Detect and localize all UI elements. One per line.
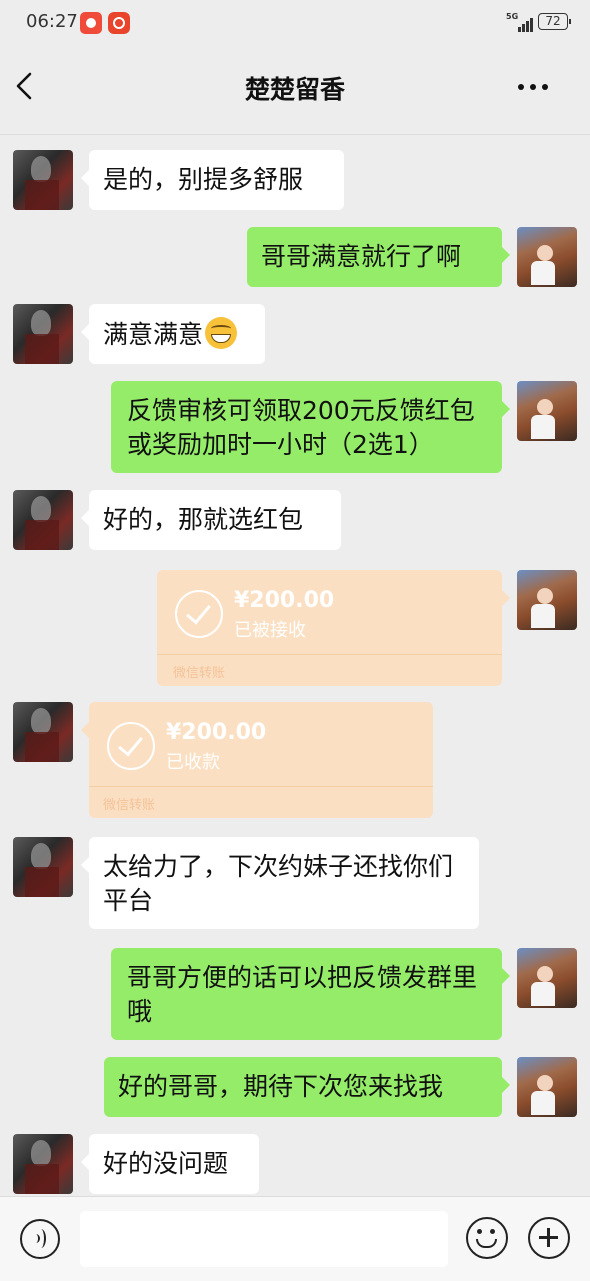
my-avatar[interactable] xyxy=(517,227,577,287)
my-avatar[interactable] xyxy=(517,948,577,1008)
transfer-card[interactable]: ¥200.00 已被接收 微信转账 xyxy=(157,570,510,686)
transfer-divider xyxy=(157,654,502,655)
message-text: 哥哥方便的话可以把反馈发群里哦 xyxy=(127,963,478,1026)
battery-icon: 72 xyxy=(538,13,571,30)
message-text: 满意满意 xyxy=(103,320,204,349)
status-time: 06:27 xyxy=(26,11,78,32)
check-circle-icon xyxy=(107,722,155,770)
message-input[interactable] xyxy=(80,1211,448,1267)
input-bar xyxy=(0,1196,590,1281)
message-text: 太给力了，下次约妹子还找你们平台 xyxy=(103,852,454,915)
grinning-emoji-icon xyxy=(205,317,238,349)
message-bubble[interactable]: 哥哥方便的话可以把反馈发群里哦 xyxy=(111,948,510,1040)
message-bubble[interactable]: 哥哥满意就行了啊 xyxy=(247,227,510,287)
message-text: 好的哥哥，期待下次您来找我 xyxy=(118,1072,444,1101)
transfer-amount: ¥200.00 xyxy=(166,720,267,745)
message-bubble[interactable]: 是的，别提多舒服 xyxy=(81,150,344,210)
transfer-status: 已被接收 xyxy=(234,620,306,641)
signal-icon: 5G xyxy=(506,12,536,32)
message-text: 是的，别提多舒服 xyxy=(103,165,304,194)
message-text: 好的，那就选红包 xyxy=(103,505,304,534)
network-type: 5G xyxy=(506,12,519,21)
contact-avatar[interactable] xyxy=(13,304,73,364)
message-bubble[interactable]: 反馈审核可领取200元反馈红包或奖励加时一小时（2选1） xyxy=(111,381,510,473)
voice-icon[interactable] xyxy=(20,1219,60,1259)
check-circle-icon xyxy=(175,590,223,638)
emoji-icon[interactable] xyxy=(466,1217,508,1259)
my-avatar[interactable] xyxy=(517,570,577,630)
contact-avatar[interactable] xyxy=(13,150,73,210)
message-bubble[interactable]: 好的，那就选红包 xyxy=(81,490,341,550)
contact-avatar[interactable] xyxy=(13,837,73,897)
chat-header: 楚楚留香 xyxy=(0,46,590,135)
transfer-status: 已收款 xyxy=(166,752,220,773)
message-bubble[interactable]: 好的哥哥，期待下次您来找我 xyxy=(104,1057,510,1117)
music-app-icon xyxy=(108,12,130,34)
transfer-label: 微信转账 xyxy=(103,798,156,813)
contact-avatar[interactable] xyxy=(13,1134,73,1194)
message-text: 反馈审核可领取200元反馈红包或奖励加时一小时（2选1） xyxy=(127,396,475,459)
plus-icon[interactable] xyxy=(528,1217,570,1259)
message-bubble[interactable]: 好的没问题 xyxy=(81,1134,259,1194)
chat-title: 楚楚留香 xyxy=(244,75,345,104)
message-bubble[interactable]: 满意满意 xyxy=(81,304,265,364)
transfer-divider xyxy=(89,786,433,787)
contact-avatar[interactable] xyxy=(13,702,73,762)
my-avatar[interactable] xyxy=(517,1057,577,1117)
transfer-label: 微信转账 xyxy=(173,666,226,681)
transfer-card[interactable]: ¥200.00 已收款 微信转账 xyxy=(81,702,433,818)
message-bubble[interactable]: 太给力了，下次约妹子还找你们平台 xyxy=(81,837,479,929)
transfer-amount: ¥200.00 xyxy=(234,588,335,613)
contact-avatar[interactable] xyxy=(13,490,73,550)
message-text: 好的没问题 xyxy=(103,1149,229,1178)
more-dots-icon[interactable] xyxy=(518,84,550,92)
status-bar: 06:27 5G 72 xyxy=(0,0,590,46)
message-text: 哥哥满意就行了啊 xyxy=(261,242,462,271)
app-notification-icon xyxy=(80,12,102,34)
my-avatar[interactable] xyxy=(517,381,577,441)
